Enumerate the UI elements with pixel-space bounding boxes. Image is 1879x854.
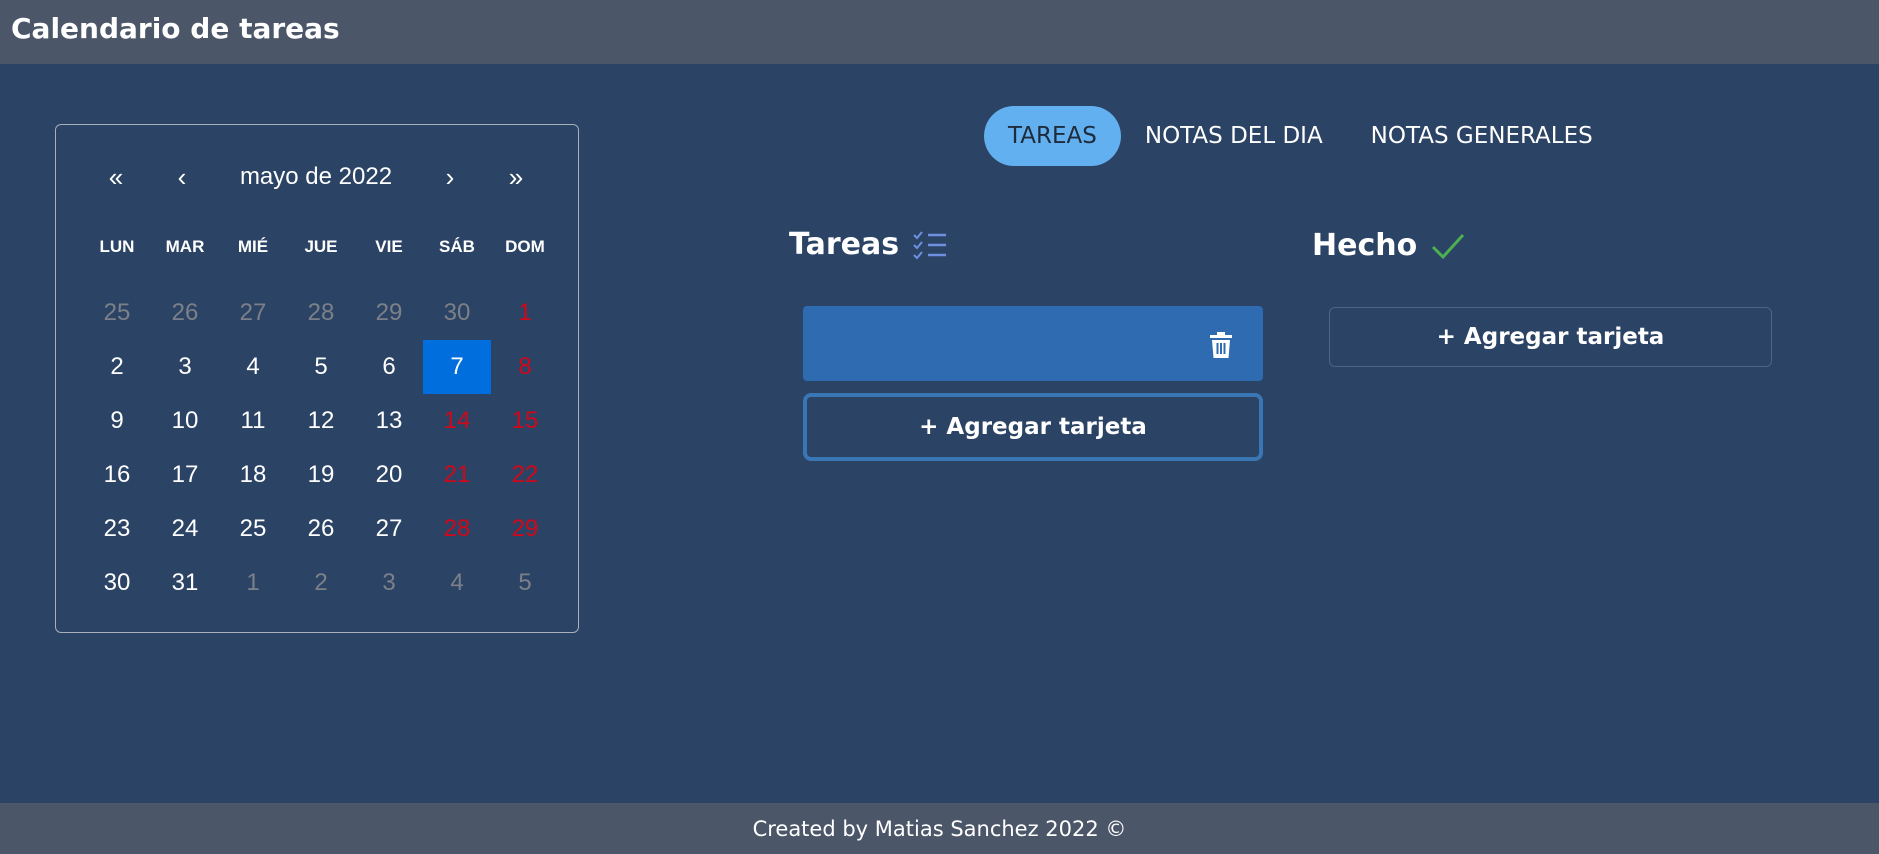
- calendar-day[interactable]: 3: [151, 340, 219, 394]
- calendar-week: 16 17 18 19 20 21 22: [83, 448, 559, 502]
- calendar-day[interactable]: 29: [491, 502, 559, 556]
- task-card[interactable]: [803, 306, 1263, 381]
- calendar-week: 23 24 25 26 27 28 29: [83, 502, 559, 556]
- calendar-day[interactable]: 9: [83, 394, 151, 448]
- calendar-day[interactable]: 14: [423, 394, 491, 448]
- tab-notas-generales[interactable]: NOTAS GENERALES: [1347, 106, 1617, 166]
- weekday-label: VIE: [375, 237, 403, 256]
- calendar-day[interactable]: 3: [355, 556, 423, 610]
- calendar-day[interactable]: 30: [83, 556, 151, 610]
- next-month-button[interactable]: ›: [420, 155, 480, 199]
- tab-tareas[interactable]: TAREAS: [984, 106, 1121, 166]
- done-title-text: Hecho: [1312, 228, 1418, 263]
- calendar-day[interactable]: 1: [219, 556, 287, 610]
- calendar-day[interactable]: 19: [287, 448, 355, 502]
- app-header: Calendario de tareas: [0, 0, 1879, 64]
- done-column-title: Hecho: [1312, 228, 1465, 263]
- add-card-button-done[interactable]: + Agregar tarjeta: [1329, 307, 1772, 367]
- checklist-icon: [913, 230, 947, 260]
- calendar-week: 30 31 1 2 3 4 5: [83, 556, 559, 610]
- tab-bar: TAREAS NOTAS DEL DIA NOTAS GENERALES: [984, 106, 1617, 166]
- weekday-label: LUN: [99, 237, 135, 256]
- calendar-day[interactable]: 30: [423, 286, 491, 340]
- calendar-day[interactable]: 2: [83, 340, 151, 394]
- calendar-day[interactable]: 31: [151, 556, 219, 610]
- calendar-day[interactable]: 8: [491, 340, 559, 394]
- calendar-day[interactable]: 27: [219, 286, 287, 340]
- weekday-header: LUN MAR MIÉ JUE VIE SÁB DOM: [83, 237, 559, 257]
- trash-icon[interactable]: [1209, 332, 1233, 358]
- calendar-day[interactable]: 12: [287, 394, 355, 448]
- calendar-day[interactable]: 15: [491, 394, 559, 448]
- calendar-week: 2 3 4 5 6 7 8: [83, 340, 559, 394]
- calendar-day[interactable]: 21: [423, 448, 491, 502]
- calendar-day[interactable]: 10: [151, 394, 219, 448]
- calendar-day[interactable]: 17: [151, 448, 219, 502]
- weekday-label: MIÉ: [237, 237, 269, 256]
- weekday-label: DOM: [505, 237, 545, 256]
- calendar-day[interactable]: 11: [219, 394, 287, 448]
- calendar-day[interactable]: 5: [287, 340, 355, 394]
- calendar-day[interactable]: 29: [355, 286, 423, 340]
- calendar-day[interactable]: 5: [491, 556, 559, 610]
- calendar-day[interactable]: 22: [491, 448, 559, 502]
- footer: Created by Matias Sanchez 2022 ©: [0, 803, 1879, 854]
- calendar-day[interactable]: 24: [151, 502, 219, 556]
- calendar-day-selected[interactable]: 7: [423, 340, 491, 394]
- todo-column-title: Tareas: [789, 227, 947, 262]
- calendar: « ‹ mayo de 2022 › » LUN MAR MIÉ JUE VIE…: [55, 124, 579, 633]
- calendar-day[interactable]: 6: [355, 340, 423, 394]
- calendar-day[interactable]: 26: [287, 502, 355, 556]
- next-year-button[interactable]: »: [486, 155, 546, 199]
- calendar-day[interactable]: 28: [287, 286, 355, 340]
- calendar-day[interactable]: 20: [355, 448, 423, 502]
- app-title: Calendario de tareas: [11, 12, 340, 45]
- calendar-day[interactable]: 16: [83, 448, 151, 502]
- add-card-button-todo[interactable]: + Agregar tarjeta: [803, 393, 1263, 461]
- calendar-day[interactable]: 2: [287, 556, 355, 610]
- checkmark-icon: [1431, 232, 1465, 260]
- weekday-label: SÁB: [439, 237, 475, 256]
- calendar-day[interactable]: 26: [151, 286, 219, 340]
- calendar-day[interactable]: 25: [83, 286, 151, 340]
- month-label[interactable]: mayo de 2022: [216, 155, 416, 199]
- calendar-day[interactable]: 25: [219, 502, 287, 556]
- prev-year-button[interactable]: «: [86, 155, 146, 199]
- weekday-label: JUE: [304, 237, 338, 256]
- footer-text: Created by Matias Sanchez 2022 ©: [752, 816, 1127, 841]
- calendar-day[interactable]: 28: [423, 502, 491, 556]
- calendar-week: 25 26 27 28 29 30 1: [83, 286, 559, 340]
- calendar-day[interactable]: 4: [423, 556, 491, 610]
- calendar-day[interactable]: 23: [83, 502, 151, 556]
- todo-title-text: Tareas: [789, 227, 900, 262]
- calendar-day[interactable]: 27: [355, 502, 423, 556]
- calendar-day[interactable]: 18: [219, 448, 287, 502]
- calendar-week: 9 10 11 12 13 14 15: [83, 394, 559, 448]
- calendar-day[interactable]: 4: [219, 340, 287, 394]
- weekday-label: MAR: [165, 237, 205, 256]
- calendar-day[interactable]: 1: [491, 286, 559, 340]
- tab-notas-del-dia[interactable]: NOTAS DEL DIA: [1121, 106, 1347, 166]
- calendar-day[interactable]: 13: [355, 394, 423, 448]
- prev-month-button[interactable]: ‹: [152, 155, 212, 199]
